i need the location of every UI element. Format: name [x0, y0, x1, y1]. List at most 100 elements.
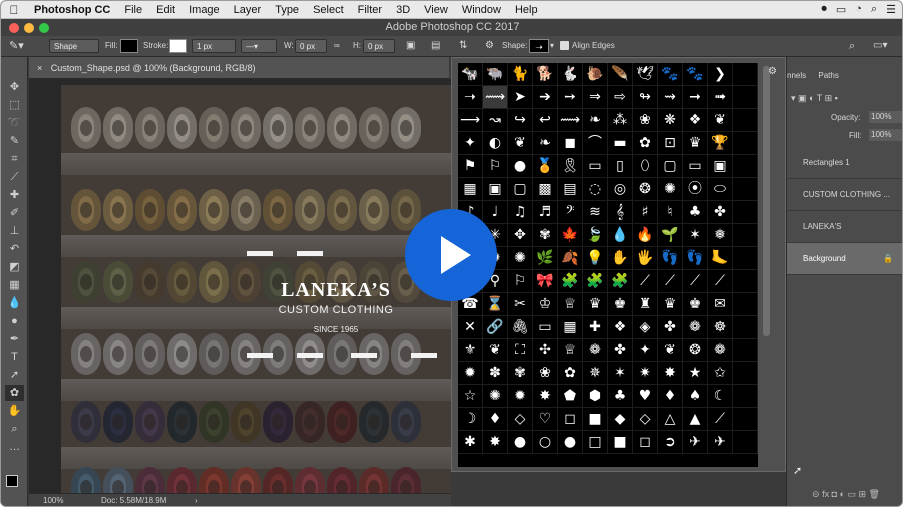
shape-swatch[interactable]: ✕: [458, 316, 483, 339]
user-icon[interactable]: ◔: [855, 3, 862, 16]
menu-help[interactable]: Help: [508, 4, 545, 16]
menu-edit[interactable]: Edit: [149, 4, 182, 16]
shape-swatch[interactable]: ⬭: [708, 178, 733, 201]
shape-swatch[interactable]: ○: [533, 431, 558, 454]
eraser-tool[interactable]: ◩: [5, 259, 24, 275]
shape-swatch[interactable]: ♦: [658, 385, 683, 408]
menu-view[interactable]: View: [417, 4, 455, 16]
layer-row-selected[interactable]: Background 🔒: [787, 243, 902, 275]
shape-picker-swatch[interactable]: ➝: [529, 39, 549, 53]
shape-swatch[interactable]: 🐾: [658, 63, 683, 86]
shape-swatch[interactable]: 🪶: [608, 63, 633, 86]
shape-swatch[interactable]: ♫: [508, 201, 533, 224]
shape-swatch[interactable]: ⇝: [658, 86, 683, 109]
status-arrow-icon[interactable]: ›: [195, 494, 198, 506]
crop-tool[interactable]: ⌗: [5, 151, 24, 167]
zoom-tool[interactable]: ⌕: [5, 421, 24, 437]
blur-tool[interactable]: 💧: [5, 295, 24, 311]
shape-swatch[interactable]: 🖐: [633, 247, 658, 270]
shape-swatch[interactable]: ⟿: [558, 109, 583, 132]
shape-swatch[interactable]: ◌: [583, 178, 608, 201]
shape-swatch[interactable]: ▬: [608, 132, 633, 155]
shape-swatch[interactable]: ⚜: [458, 339, 483, 362]
type-tool[interactable]: T: [5, 349, 24, 365]
shape-swatch[interactable]: ▤: [558, 178, 583, 201]
layer-row[interactable]: Rectangles 1: [787, 147, 902, 179]
shape-swatch[interactable]: 🍂: [558, 247, 583, 270]
shape-swatch[interactable]: ☆: [458, 385, 483, 408]
dodge-tool[interactable]: ●: [5, 313, 24, 329]
shape-swatch[interactable]: ♚: [608, 293, 633, 316]
shape-swatch[interactable]: ⟋: [683, 270, 708, 293]
apple-icon[interactable]: : [1, 3, 27, 17]
zoom-level[interactable]: 100%: [43, 494, 63, 506]
shape-swatch[interactable]: ⟿: [483, 86, 508, 109]
shape-swatch[interactable]: ●: [508, 431, 533, 454]
shape-swatch[interactable]: ⟋: [658, 270, 683, 293]
picker-gear-icon[interactable]: ⚙: [768, 66, 777, 77]
shape-swatch[interactable]: [733, 86, 758, 109]
shape-swatch[interactable]: ➲: [658, 431, 683, 454]
menu-window[interactable]: Window: [455, 4, 508, 16]
shape-swatch[interactable]: [733, 247, 758, 270]
opacity-field[interactable]: 100%: [869, 111, 902, 123]
shape-swatch[interactable]: ⟋: [633, 270, 658, 293]
shape-swatch[interactable]: ❧: [533, 132, 558, 155]
shape-swatch[interactable]: ↝: [483, 109, 508, 132]
shape-swatch[interactable]: ✿: [558, 362, 583, 385]
shape-swatch[interactable]: ♕: [558, 339, 583, 362]
shape-swatch[interactable]: ♛: [658, 293, 683, 316]
shape-swatch[interactable]: ✾: [533, 224, 558, 247]
link-icon[interactable]: ∞: [334, 39, 340, 53]
shape-swatch[interactable]: 🍃: [583, 224, 608, 247]
stroke-swatch[interactable]: [169, 39, 187, 53]
menu-type[interactable]: Type: [268, 4, 306, 16]
shape-swatch[interactable]: ✤: [708, 201, 733, 224]
shape-swatch[interactable]: ♚: [683, 293, 708, 316]
align-edges-checkbox[interactable]: [560, 41, 569, 50]
layer-actions-bar[interactable]: ⊝ fx ◘ ◐ ▭ ⊞ 🗑: [787, 489, 902, 503]
shape-swatch[interactable]: ❦: [483, 339, 508, 362]
minimize-window-button[interactable]: [24, 23, 34, 33]
shape-swatch[interactable]: ▦: [558, 316, 583, 339]
menu-file[interactable]: File: [117, 4, 149, 16]
shape-swatch[interactable]: ✣: [533, 339, 558, 362]
shape-swatch[interactable]: ■: [583, 408, 608, 431]
shape-swatch[interactable]: ⚐: [483, 155, 508, 178]
height-field[interactable]: 0 px: [363, 39, 395, 53]
gear-icon[interactable]: ⚙: [485, 39, 494, 53]
shape-swatch[interactable]: 👣: [658, 247, 683, 270]
eyedropper-tool[interactable]: ⟋: [5, 169, 24, 185]
video-play-button[interactable]: [405, 209, 497, 301]
menu-3d[interactable]: 3D: [389, 4, 417, 16]
shape-swatch[interactable]: ♣: [608, 385, 633, 408]
shape-swatch[interactable]: ◻: [633, 431, 658, 454]
shape-swatch[interactable]: 🐄: [458, 63, 483, 86]
menu-filter[interactable]: Filter: [351, 4, 389, 16]
shape-swatch[interactable]: [733, 132, 758, 155]
brush-tool[interactable]: ✐: [5, 205, 24, 221]
shape-swatch[interactable]: ✺: [483, 385, 508, 408]
shape-swatch[interactable]: ✤: [658, 316, 683, 339]
zoom-window-button[interactable]: [39, 23, 49, 33]
shape-swatch[interactable]: ▯: [608, 155, 633, 178]
shape-swatch[interactable]: ▣: [708, 155, 733, 178]
shape-swatch[interactable]: ✦: [458, 132, 483, 155]
path-select-tool[interactable]: ➚: [5, 367, 24, 383]
shape-swatch[interactable]: 🐌: [583, 63, 608, 86]
layer-row[interactable]: LANEKA'S: [787, 211, 902, 243]
shape-swatch[interactable]: ▭: [683, 155, 708, 178]
pen-tool[interactable]: ✒: [5, 331, 24, 347]
shape-swatch[interactable]: ⦿: [683, 178, 708, 201]
menu-layer[interactable]: Layer: [227, 4, 269, 16]
tab-channels[interactable]: nnels: [787, 71, 806, 80]
shape-swatch[interactable]: ❅: [708, 224, 733, 247]
shape-swatch[interactable]: ⬢: [583, 385, 608, 408]
shape-swatch[interactable]: ♥: [633, 385, 658, 408]
shape-swatch[interactable]: 🦶: [708, 247, 733, 270]
shape-swatch[interactable]: ☽: [458, 408, 483, 431]
menu-app-name[interactable]: Photoshop CC: [27, 4, 117, 16]
shape-swatch[interactable]: 🏆: [708, 132, 733, 155]
shape-swatch[interactable]: [733, 431, 758, 454]
shape-swatch[interactable]: ✷: [633, 362, 658, 385]
